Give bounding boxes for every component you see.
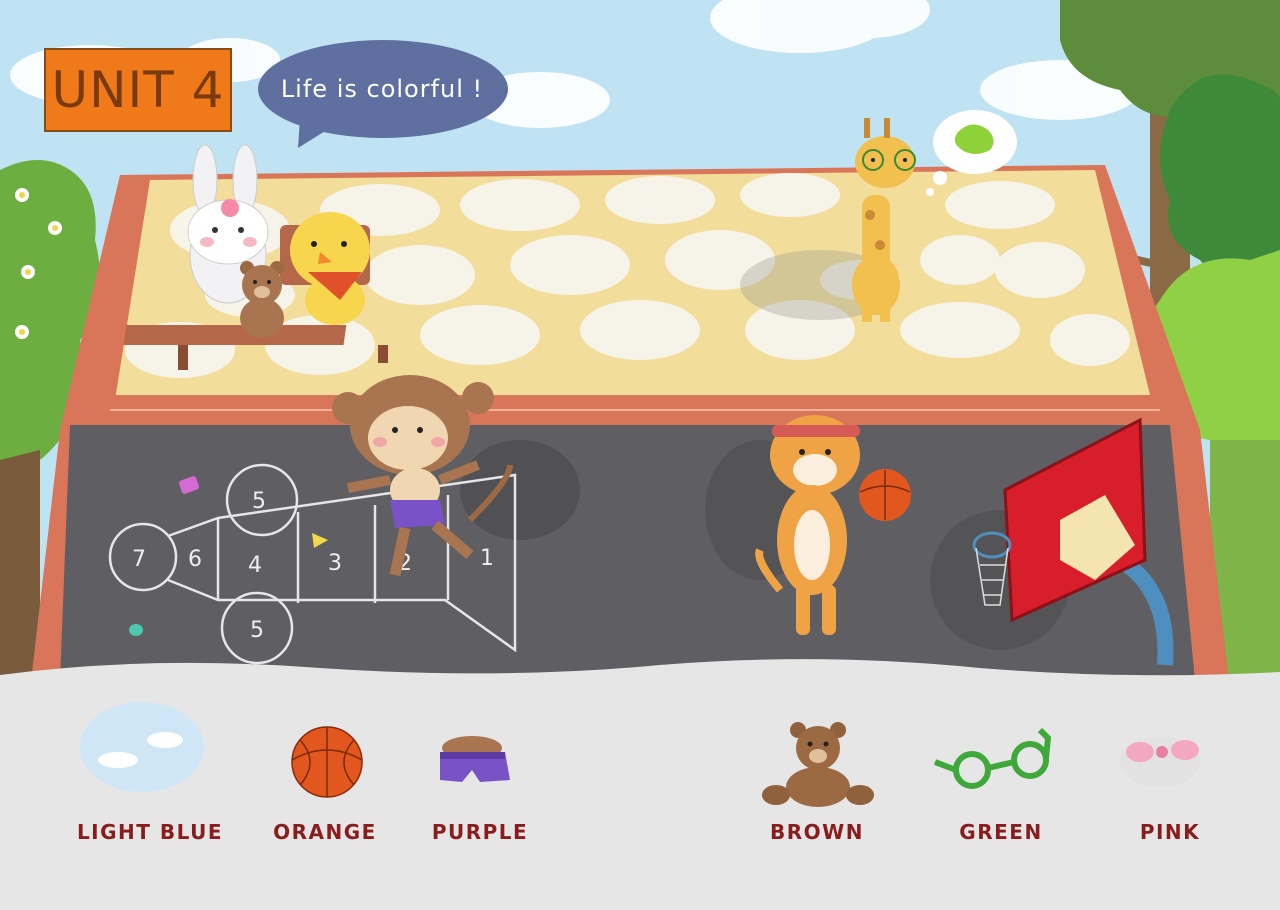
- hop-number-5-bottom: 5: [250, 618, 264, 643]
- unit-badge: UNIT 4: [44, 48, 232, 132]
- foreground-panel: [0, 659, 1280, 910]
- playground-scene: 1 2 3 4 5 5 6 7 UNIT 4 Life is colorful …: [0, 0, 1280, 910]
- label-light-blue: LIGHT BLUE: [76, 820, 224, 844]
- label-brown: BROWN: [770, 820, 864, 844]
- hop-number-4: 4: [248, 553, 262, 578]
- hop-number-1: 1: [480, 546, 494, 571]
- hop-number-6: 6: [188, 547, 202, 572]
- hair-bow-icon: [1120, 737, 1200, 787]
- hop-number-5-top: 5: [252, 489, 266, 514]
- teal-chalk: [129, 624, 143, 636]
- label-pink: PINK: [1139, 820, 1201, 844]
- scene-illustration: 1 2 3 4 5 5 6 7: [0, 0, 1280, 910]
- sky-icon: [80, 702, 204, 792]
- basketball-icon: [291, 726, 363, 798]
- hop-number-7: 7: [132, 547, 146, 572]
- label-purple: PURPLE: [431, 820, 529, 844]
- left-wall-shadow: [0, 450, 40, 680]
- label-green: GREEN: [959, 820, 1043, 844]
- label-orange: ORANGE: [273, 820, 377, 844]
- unit-label: UNIT 4: [51, 61, 225, 119]
- hop-number-3: 3: [328, 551, 342, 576]
- speech-bubble-text: Life is colorful !: [280, 75, 484, 103]
